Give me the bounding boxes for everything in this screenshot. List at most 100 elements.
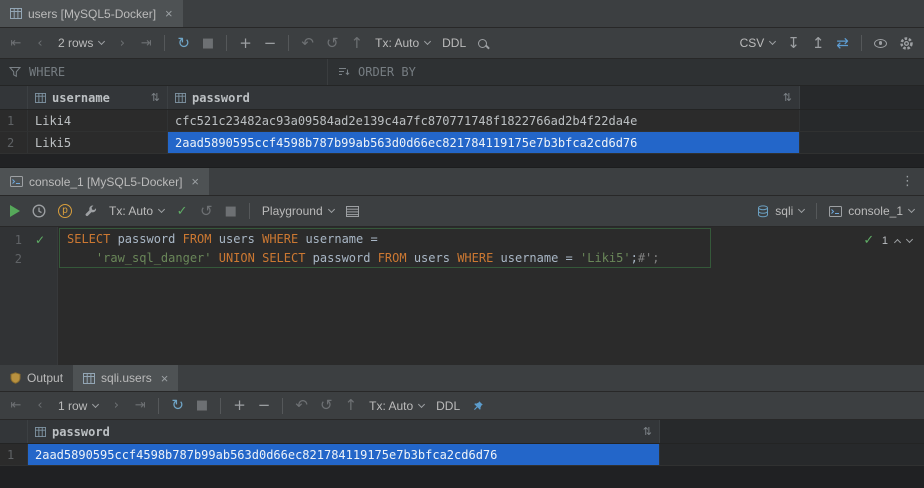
table-row[interactable]: 1 2aad5890595ccf4598b787b99ab563d0d66ec8… [0,444,924,466]
add-row-icon[interactable]: + [233,398,246,413]
table-row[interactable]: 1 Liki4 cfc521c23482ac93a09584ad2e139c4a… [0,110,924,132]
first-page-icon[interactable]: ⇤ [10,399,22,412]
cell-password-selected[interactable]: 2aad5890595ccf4598b787b99ab563d0d66ec821… [168,132,800,153]
refresh-icon[interactable]: ↻ [177,36,190,51]
tab-console[interactable]: console_1 [MySQL5-Docker] × [0,168,209,195]
code-line[interactable]: 'raw_sql_danger' UNION SELECT password F… [58,249,924,268]
tab-result-grid[interactable]: sqli.users × [73,365,178,391]
separator [220,398,221,414]
delete-row-icon[interactable]: − [258,398,271,413]
tab-users-grid[interactable]: users [MySQL5-Docker] × [0,0,183,27]
output-layout-icon[interactable] [346,206,359,217]
parameters-icon[interactable]: p [58,204,72,218]
grid-bottom-fill [0,466,924,488]
page-size-dropdown[interactable]: 1 row [58,399,98,413]
submit-icon[interactable]: ↑ [345,398,358,413]
chevron-down-icon [328,206,335,213]
rollback-icon[interactable]: ↺ [200,204,213,219]
previous-page-icon[interactable]: ‹ [34,37,46,50]
bottom-grid-toolbar: ⇤ ‹ 1 row › ⇥ ↻ ■ + − ↶ ↺ ↑ Tx: Auto DDL [0,392,924,420]
last-page-icon[interactable]: ⇥ [134,399,146,412]
close-icon[interactable]: × [161,372,169,385]
run-icon[interactable] [10,205,20,217]
cell-username[interactable]: Liki5 [28,132,168,153]
sort-toggle-icon[interactable]: ⇅ [643,425,652,438]
separator [158,398,159,414]
tx-mode-label: Tx: Auto [375,36,419,50]
grid-scroll-track[interactable] [0,154,924,168]
sort-toggle-icon[interactable]: ⇅ [151,91,160,104]
chevron-down-icon [418,400,425,407]
column-header-password[interactable]: password ⇅ [168,86,800,109]
table-row[interactable]: 2 Liki5 2aad5890595ccf4598b787b99ab563d0… [0,132,924,154]
close-icon[interactable]: × [165,7,173,20]
sql-editor[interactable]: 1 ✓ 2 SELECT password FROM users WHERE u… [0,227,924,365]
add-row-icon[interactable]: + [239,36,252,51]
last-page-icon[interactable]: ⇥ [140,37,152,50]
where-filter-field[interactable]: WHERE [9,65,327,79]
pin-icon[interactable] [472,400,484,412]
ddl-button[interactable]: DDL [442,36,466,50]
datasource-dropdown[interactable]: sqli [757,204,804,218]
cell-password-selected[interactable]: 2aad5890595ccf4598b787b99ab563d0d66ec821… [28,444,660,465]
column-header-username[interactable]: username ⇅ [28,86,168,109]
chevron-down-icon[interactable] [906,235,913,242]
row-number[interactable]: 1 [0,110,28,131]
tx-mode-dropdown[interactable]: Tx: Auto [369,399,424,413]
inspection-widget[interactable]: ✓ 1 [863,234,912,247]
submit-icon[interactable]: ↑ [351,36,364,51]
row-number[interactable]: 2 [0,132,28,153]
chevron-down-icon [98,38,105,45]
next-page-icon[interactable]: › [110,399,122,412]
wrench-icon[interactable] [84,205,97,218]
cell-password[interactable]: cfc521c23482ac93a09584ad2e139c4a7fc87077… [168,110,800,131]
refresh-icon[interactable]: ↻ [171,398,184,413]
next-page-icon[interactable]: › [116,37,128,50]
eye-icon[interactable] [874,39,887,48]
separator [249,203,250,219]
where-label: WHERE [29,65,65,79]
previous-page-icon[interactable]: ‹ [34,399,46,412]
tx-mode-label: Tx: Auto [109,204,153,218]
editor-body[interactable]: SELECT password FROM users WHERE usernam… [58,227,924,365]
chevron-up-icon[interactable] [894,238,901,245]
export-data-icon[interactable]: ↧ [787,36,800,51]
transfer-data-icon[interactable]: ⇄ [836,36,849,51]
tx-mode-dropdown[interactable]: Tx: Auto [109,204,164,218]
import-data-icon[interactable]: ↥ [812,36,825,51]
undo-icon[interactable]: ↶ [301,36,314,51]
kebab-menu-icon[interactable]: ⋮ [891,174,924,189]
ddl-button[interactable]: DDL [436,399,460,413]
revert-icon[interactable]: ↺ [320,398,333,413]
code-line[interactable]: SELECT password FROM users WHERE usernam… [58,230,924,249]
first-page-icon[interactable]: ⇤ [10,37,22,50]
search-icon[interactable] [478,39,487,48]
database-icon [757,205,769,218]
console-dropdown[interactable]: console_1 [829,204,914,218]
undo-icon[interactable]: ↶ [295,398,308,413]
column-name: username [52,91,110,105]
tx-mode-dropdown[interactable]: Tx: Auto [375,36,430,50]
tab-output[interactable]: Output [0,365,73,391]
cell-username[interactable]: Liki4 [28,110,168,131]
csv-format-dropdown[interactable]: CSV [740,36,776,50]
chevron-down-icon [769,38,776,45]
separator [288,35,289,51]
revert-icon[interactable]: ↺ [326,36,339,51]
order-by-field[interactable]: ORDER BY [338,65,416,79]
row-number[interactable]: 1 [0,444,28,465]
result-count: 1 [882,235,888,247]
delete-row-icon[interactable]: − [264,36,277,51]
history-icon[interactable] [32,204,46,218]
console-icon [10,176,23,187]
sort-toggle-icon[interactable]: ⇅ [783,91,792,104]
playground-dropdown[interactable]: Playground [262,204,334,218]
commit-icon[interactable]: ✓ [176,205,188,218]
row-number-header [0,420,28,443]
gear-icon[interactable] [899,36,914,51]
column-header-password[interactable]: password ⇅ [28,420,660,443]
page-size-dropdown[interactable]: 2 rows [58,36,104,50]
close-icon[interactable]: × [191,175,199,188]
grid-row-void [800,132,924,153]
separator [226,35,227,51]
